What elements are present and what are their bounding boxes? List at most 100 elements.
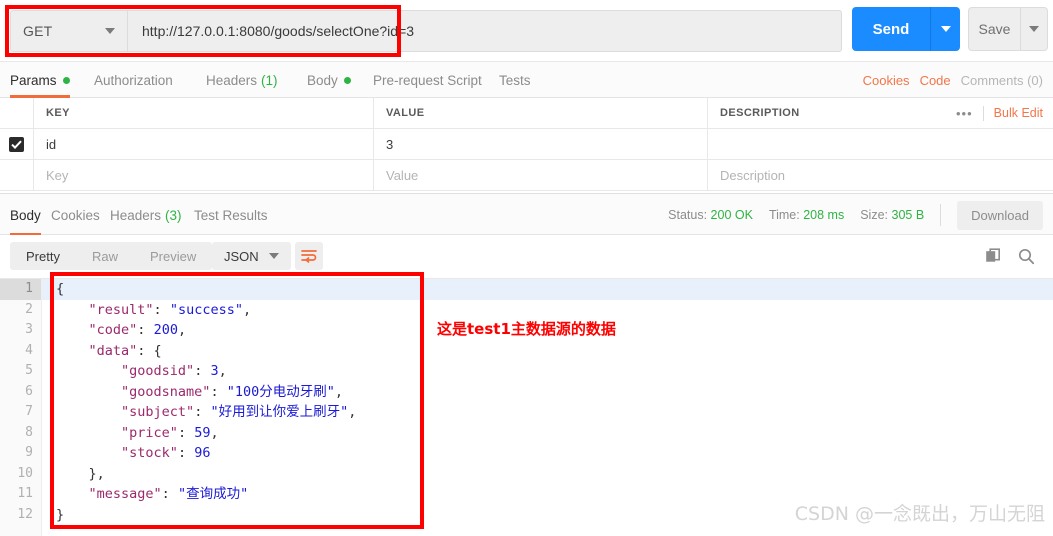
more-options-icon[interactable]: ••• [956, 105, 984, 121]
tab-body[interactable]: Body [307, 62, 351, 98]
response-tab-headers-count: (3) [165, 207, 182, 223]
header-key-cell: KEY [34, 98, 374, 128]
tab-authorization[interactable]: Authorization [94, 62, 173, 98]
line-number: 1 [0, 279, 41, 300]
copy-button[interactable] [985, 247, 1002, 265]
http-method-select[interactable]: GET [10, 10, 128, 52]
row-checkbox-cell [0, 129, 34, 159]
send-options-button[interactable] [930, 7, 960, 51]
request-tabs-right-links: Cookies Code Comments (0) [863, 62, 1043, 98]
response-body-toolbar: Pretty Raw Preview JSON [0, 235, 1053, 278]
chevron-down-icon [940, 26, 951, 32]
row-enabled-checkbox[interactable] [9, 136, 24, 152]
code-link[interactable]: Code [920, 73, 951, 88]
params-table: KEY VALUE DESCRIPTION ••• Bulk Edit id 3… [0, 98, 1053, 193]
line-number: 3 [25, 322, 33, 337]
code-line: { [42, 279, 1053, 300]
body-view-pretty[interactable]: Pretty [10, 242, 76, 270]
status-value: 200 OK [710, 208, 753, 222]
code-token: "price" [121, 424, 178, 441]
line-number: 2 [25, 301, 33, 317]
code-token: : [194, 404, 211, 420]
code-line: "goodsname": "100分电动牙刷", [42, 382, 1053, 403]
body-view-mode-group: Pretty Raw Preview [10, 242, 213, 270]
empty-row-value-cell[interactable]: Value [374, 160, 708, 190]
http-method-label: GET [23, 23, 53, 39]
header-description-cell: DESCRIPTION ••• Bulk Edit [708, 98, 1053, 128]
tab-headers[interactable]: Headers (1) [206, 62, 278, 98]
time-label: Time: [768, 208, 800, 222]
code-token: , [348, 404, 357, 420]
body-view-raw[interactable]: Raw [76, 242, 134, 270]
send-button[interactable]: Send [852, 7, 930, 51]
tab-params[interactable]: Params [10, 62, 70, 98]
code-token: , [242, 301, 252, 318]
code-line: "result": "success", [42, 300, 1053, 321]
line-number: 8 [25, 424, 33, 440]
response-body-code[interactable]: 1 2 3 4 5 6 7 8 9 10 11 12 { "result": "success", "… [0, 278, 1053, 536]
code-token: "message" [88, 486, 162, 502]
search-icon [1018, 248, 1035, 264]
search-button[interactable] [1018, 248, 1035, 265]
code-token: 200 [153, 322, 178, 338]
empty-row-value-placeholder: Value [386, 167, 419, 183]
row-value-cell[interactable]: 3 [374, 129, 708, 159]
line-number: 10 [17, 465, 33, 481]
empty-row-key-placeholder: Key [46, 167, 69, 183]
url-input[interactable]: http://127.0.0.1:8080/goods/selectOne?id… [128, 10, 842, 52]
body-format-select[interactable]: JSON [212, 242, 291, 270]
code-line: "subject": "好用到让你爱上刷牙", [42, 402, 1053, 423]
tab-headers-label: Headers [206, 72, 258, 88]
code-token: "goodsid" [121, 363, 195, 379]
response-tab-test-results-label: Test Results [194, 207, 268, 223]
code-line: "stock": 96 [42, 443, 1053, 464]
response-tab-headers[interactable]: Headers (3) [110, 194, 182, 236]
save-options-button[interactable] [1020, 7, 1048, 51]
body-format-label: JSON [224, 248, 259, 264]
code-line: }, [42, 464, 1053, 485]
row-key-cell[interactable]: id [34, 129, 374, 159]
code-token: "100分电动牙刷" [226, 383, 335, 400]
code-token: , [210, 424, 219, 441]
cookies-link[interactable]: Cookies [863, 73, 910, 88]
code-token: "subject" [121, 404, 195, 420]
empty-row-key-cell[interactable]: Key [34, 160, 374, 190]
code-token: : [137, 322, 154, 338]
line-number-gutter: 1 2 3 4 5 6 7 8 9 10 11 12 [0, 279, 42, 536]
tab-tests-label: Tests [499, 72, 531, 88]
body-actions [985, 242, 1035, 270]
row-description-cell[interactable] [708, 129, 1053, 159]
empty-row-description-cell[interactable]: Description [708, 160, 1053, 190]
code-token: "code" [88, 322, 138, 338]
code-token: , [177, 322, 187, 338]
response-status-bar: Status: 200 OK Time: 208 ms Size: 305 B … [668, 194, 1043, 236]
line-number: 5 [25, 363, 33, 378]
response-tab-headers-label: Headers [110, 207, 162, 223]
status-badge: Status: 200 OK [668, 208, 753, 222]
bulk-edit-button[interactable]: Bulk Edit [994, 106, 1043, 120]
download-button[interactable]: Download [957, 200, 1043, 230]
body-view-preview[interactable]: Preview [134, 242, 212, 270]
code-token: : [161, 486, 178, 502]
comments-link[interactable]: Comments (0) [961, 73, 1043, 88]
tab-tests[interactable]: Tests [499, 62, 531, 98]
response-tab-cookies[interactable]: Cookies [51, 194, 100, 236]
time-value: 208 ms [803, 208, 845, 222]
code-token: : [177, 424, 195, 441]
code-token: : [153, 301, 170, 318]
code-token: "stock" [121, 445, 178, 461]
tab-pre-request-script[interactable]: Pre-request Script [373, 62, 482, 98]
wrap-lines-button[interactable] [295, 242, 323, 270]
response-tab-test-results[interactable]: Test Results [194, 194, 268, 236]
save-button[interactable]: Save [968, 7, 1020, 51]
response-tab-cookies-label: Cookies [51, 207, 100, 223]
response-tab-body[interactable]: Body [10, 194, 41, 236]
request-tabs: Params Authorization Headers (1) Body Pr… [0, 62, 1053, 98]
line-number: 7 [25, 404, 33, 419]
code-token: "查询成功" [177, 486, 249, 502]
size-badge: Size: 305 B [860, 208, 924, 222]
line-number: 12 [17, 506, 33, 522]
code-token: , [334, 383, 343, 400]
code-token: { [56, 281, 65, 297]
chevron-down-icon [268, 253, 279, 259]
